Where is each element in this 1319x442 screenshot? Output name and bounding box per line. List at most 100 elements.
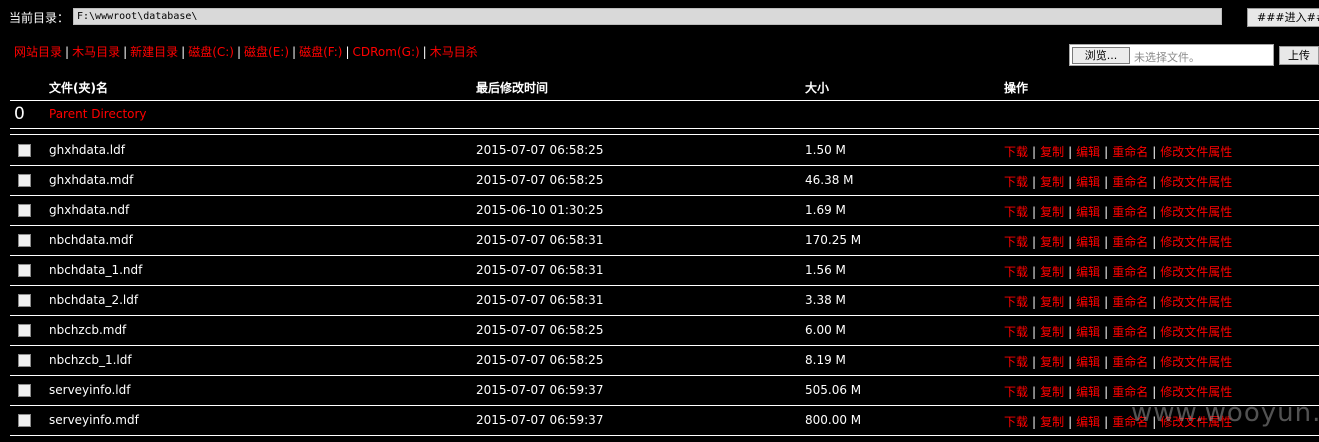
go-button[interactable]: ###进入### (1247, 8, 1319, 27)
header-actions: 操作 (1004, 81, 1029, 95)
nav-link-disk-e[interactable]: 磁盘(E:) (244, 45, 289, 59)
action-separator: | (1068, 325, 1073, 339)
action-download[interactable]: 下载 (1004, 265, 1028, 279)
action-change-attributes[interactable]: 修改文件属性 (1160, 265, 1232, 279)
file-size: 8.19 M (805, 353, 846, 367)
action-edit[interactable]: 编辑 (1076, 145, 1100, 159)
action-copy[interactable]: 复制 (1040, 415, 1064, 429)
action-separator: | (1068, 415, 1073, 429)
action-copy[interactable]: 复制 (1040, 235, 1064, 249)
action-separator: | (1152, 145, 1157, 159)
action-change-attributes[interactable]: 修改文件属性 (1160, 385, 1232, 399)
action-edit[interactable]: 编辑 (1076, 325, 1100, 339)
header-modified: 最后修改时间 (476, 81, 549, 95)
action-download[interactable]: 下载 (1004, 355, 1028, 369)
action-rename[interactable]: 重命名 (1112, 295, 1148, 309)
upload-button[interactable]: 上传 (1279, 46, 1319, 65)
action-separator: | (1152, 325, 1157, 339)
file-modified: 2015-06-10 01:30:25 (476, 203, 604, 217)
action-download[interactable]: 下载 (1004, 415, 1028, 429)
action-change-attributes[interactable]: 修改文件属性 (1160, 325, 1232, 339)
action-rename[interactable]: 重命名 (1112, 325, 1148, 339)
action-download[interactable]: 下载 (1004, 175, 1028, 189)
action-copy[interactable]: 复制 (1040, 295, 1064, 309)
browse-button[interactable]: 浏览... (1072, 47, 1130, 64)
row-checkbox[interactable] (18, 234, 31, 247)
path-input[interactable]: F:\wwwroot\database\ (73, 8, 1222, 25)
nav-link-web-dir[interactable]: 网站目录 (14, 45, 62, 59)
action-copy[interactable]: 复制 (1040, 325, 1064, 339)
row-checkbox[interactable] (18, 354, 31, 367)
action-download[interactable]: 下载 (1004, 385, 1028, 399)
nav-link-cdrom-g[interactable]: CDRom(G:) (353, 45, 420, 59)
action-separator: | (1152, 205, 1157, 219)
file-actions: 下载 | 复制 | 编辑 | 重命名 | 修改文件属性 (1004, 203, 1232, 220)
nav-link-trojan-dir[interactable]: 木马目录 (72, 45, 120, 59)
action-edit[interactable]: 编辑 (1076, 235, 1100, 249)
action-change-attributes[interactable]: 修改文件属性 (1160, 145, 1232, 159)
action-rename[interactable]: 重命名 (1112, 265, 1148, 279)
action-copy[interactable]: 复制 (1040, 175, 1064, 189)
action-edit[interactable]: 编辑 (1076, 175, 1100, 189)
row-checkbox[interactable] (18, 144, 31, 157)
action-download[interactable]: 下载 (1004, 205, 1028, 219)
row-checkbox[interactable] (18, 324, 31, 337)
file-actions: 下载 | 复制 | 编辑 | 重命名 | 修改文件属性 (1004, 293, 1232, 310)
parent-directory-link[interactable]: Parent Directory (49, 107, 147, 121)
file-name: nbchdata_2.ldf (49, 293, 139, 307)
action-separator: | (1032, 415, 1037, 429)
action-download[interactable]: 下载 (1004, 295, 1028, 309)
nav-link-disk-f[interactable]: 磁盘(F:) (299, 45, 342, 59)
row-checkbox[interactable] (18, 294, 31, 307)
file-picker[interactable]: 浏览... 未选择文件。 (1069, 44, 1274, 66)
table-row: ghxhdata.ldf 2015-07-07 06:58:25 1.50 M 下载 |… (10, 136, 1319, 166)
action-separator: | (1032, 175, 1037, 189)
nav-link-disk-c[interactable]: 磁盘(C:) (188, 45, 234, 59)
row-checkbox[interactable] (18, 174, 31, 187)
action-rename[interactable]: 重命名 (1112, 235, 1148, 249)
action-rename[interactable]: 重命名 (1112, 175, 1148, 189)
action-separator: | (1068, 145, 1073, 159)
action-download[interactable]: 下载 (1004, 325, 1028, 339)
action-separator: | (1104, 325, 1109, 339)
action-edit[interactable]: 编辑 (1076, 265, 1100, 279)
action-edit[interactable]: 编辑 (1076, 415, 1100, 429)
action-rename[interactable]: 重命名 (1112, 145, 1148, 159)
action-copy[interactable]: 复制 (1040, 205, 1064, 219)
file-modified: 2015-07-07 06:58:25 (476, 173, 604, 187)
row-checkbox[interactable] (18, 264, 31, 277)
nav-link-new-dir[interactable]: 新建目录 (130, 45, 178, 59)
table-row: nbchzcb.mdf 2015-07-07 06:58:25 6.00 M 下载 | 复… (10, 316, 1319, 346)
action-change-attributes[interactable]: 修改文件属性 (1160, 235, 1232, 249)
action-change-attributes[interactable]: 修改文件属性 (1160, 295, 1232, 309)
action-edit[interactable]: 编辑 (1076, 295, 1100, 309)
action-copy[interactable]: 复制 (1040, 145, 1064, 159)
table-row: nbchdata_1.ndf 2015-07-07 06:58:31 1.56 M 下… (10, 256, 1319, 286)
action-edit[interactable]: 编辑 (1076, 355, 1100, 369)
action-download[interactable]: 下载 (1004, 145, 1028, 159)
action-edit[interactable]: 编辑 (1076, 205, 1100, 219)
action-download[interactable]: 下载 (1004, 235, 1028, 249)
action-copy[interactable]: 复制 (1040, 355, 1064, 369)
nav-links: 网站目录 | 木马目录 | 新建目录 | 磁盘(C:) | 磁盘(E:) | 磁盘(F:) | CDRo… (14, 43, 478, 60)
action-edit[interactable]: 编辑 (1076, 385, 1100, 399)
divider (10, 128, 1319, 129)
action-rename[interactable]: 重命名 (1112, 385, 1148, 399)
action-copy[interactable]: 复制 (1040, 385, 1064, 399)
action-change-attributes[interactable]: 修改文件属性 (1160, 175, 1232, 189)
row-checkbox[interactable] (18, 414, 31, 427)
action-rename[interactable]: 重命名 (1112, 355, 1148, 369)
table-row: nbchdata_2.ldf 2015-07-07 06:58:31 3.38 M 下… (10, 286, 1319, 316)
row-checkbox[interactable] (18, 384, 31, 397)
action-copy[interactable]: 复制 (1040, 265, 1064, 279)
action-change-attributes[interactable]: 修改文件属性 (1160, 205, 1232, 219)
action-separator: | (1068, 355, 1073, 369)
file-actions: 下载 | 复制 | 编辑 | 重命名 | 修改文件属性 (1004, 173, 1232, 190)
action-separator: | (1032, 205, 1037, 219)
nav-link-trojan-kill[interactable]: 木马目杀 (430, 45, 478, 59)
row-checkbox[interactable] (18, 204, 31, 217)
action-change-attributes[interactable]: 修改文件属性 (1160, 355, 1232, 369)
action-separator: | (1152, 355, 1157, 369)
action-separator: | (1032, 355, 1037, 369)
action-rename[interactable]: 重命名 (1112, 205, 1148, 219)
